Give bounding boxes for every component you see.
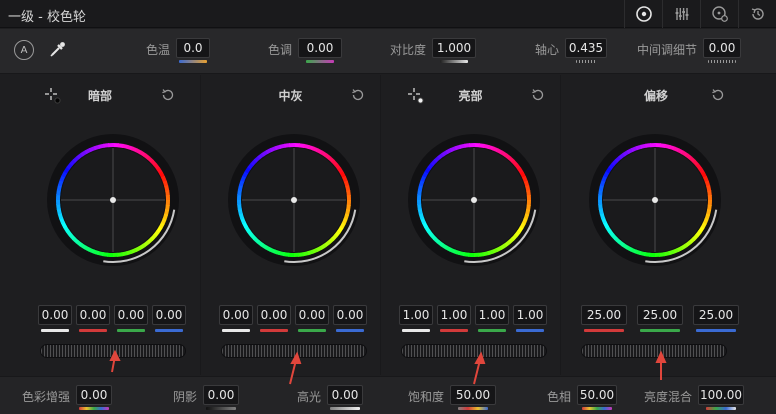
annotation-arrow-head xyxy=(474,351,486,364)
annotation-arrow-head xyxy=(655,350,667,363)
annotation-arrows xyxy=(109,349,667,385)
annotation-arrow-head xyxy=(290,351,302,364)
annotation-arrow-head xyxy=(109,349,121,361)
